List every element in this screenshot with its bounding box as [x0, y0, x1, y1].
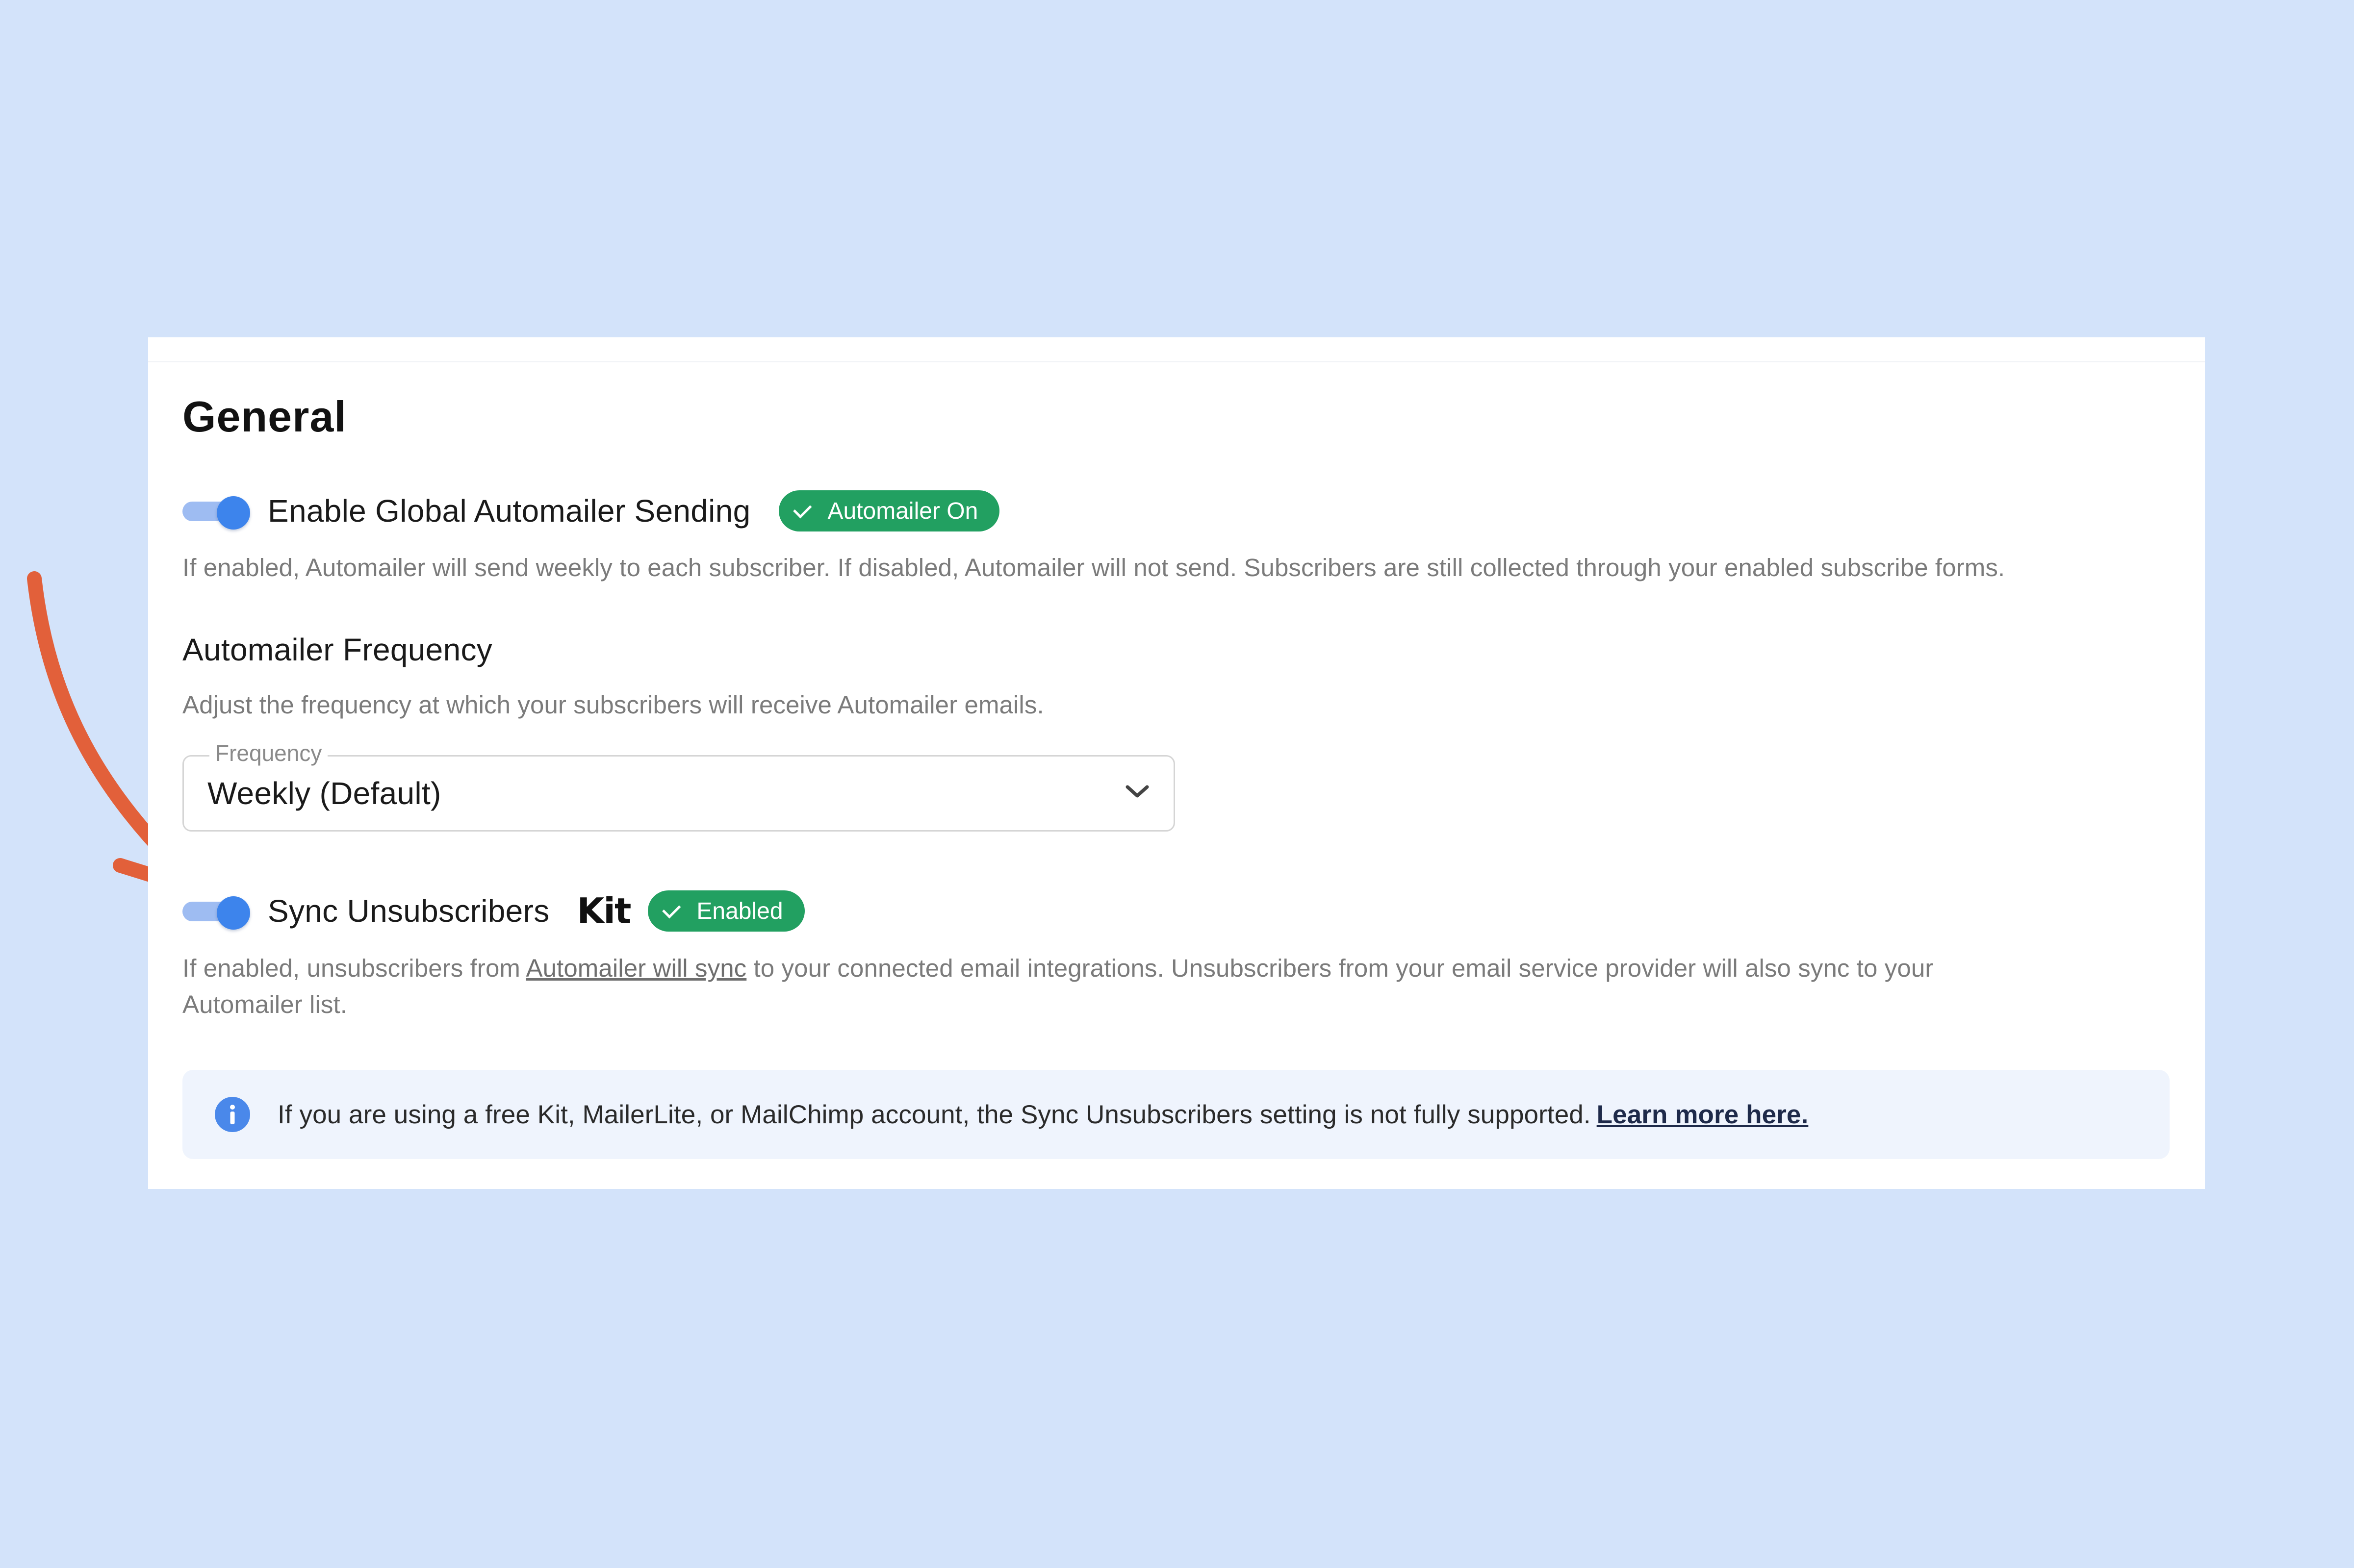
global-sending-row: Enable Global Automailer Sending Automai…	[182, 486, 1000, 535]
learn-more-link[interactable]: Learn more here.	[1597, 1100, 1809, 1129]
card-divider	[148, 361, 2205, 362]
info-text: If you are using a free Kit, MailerLite,…	[278, 1100, 1808, 1130]
sync-description-text: If enabled, unsubscribers from	[182, 954, 526, 982]
automailer-on-badge: Automailer On	[779, 490, 1000, 531]
sync-description-text-cont: to your connected email integrations. Un…	[746, 954, 1934, 982]
frequency-description: Adjust the frequency at which your subsc…	[182, 691, 1044, 719]
enabled-badge: Enabled	[648, 890, 805, 932]
enabled-badge-label: Enabled	[696, 898, 783, 924]
kit-logo: Kit	[577, 890, 632, 932]
global-sending-description: If enabled, Automailer will send weekly …	[182, 554, 2005, 582]
check-icon	[662, 899, 681, 918]
sync-unsubscribers-row: Sync Unsubscribers Kit Enabled	[182, 886, 805, 936]
sync-unsubscribers-toggle[interactable]	[182, 896, 250, 930]
section-title: General	[182, 392, 347, 441]
general-settings-card: General Enable Global Automailer Sending…	[148, 337, 2205, 1189]
frequency-heading: Automailer Frequency	[182, 632, 493, 667]
info-icon	[215, 1097, 250, 1132]
sync-unsubscribers-label: Sync Unsubscribers	[268, 893, 550, 929]
frequency-selected-value: Weekly (Default)	[207, 776, 441, 811]
frequency-field-label: Frequency	[209, 742, 328, 764]
info-message: If you are using a free Kit, MailerLite,…	[278, 1100, 1591, 1129]
toggle-knob	[217, 496, 250, 530]
global-sending-label: Enable Global Automailer Sending	[268, 493, 751, 529]
automailer-sync-link[interactable]: Automailer will sync	[526, 954, 746, 982]
sync-unsubscribers-description-line2: Automailer list.	[182, 990, 348, 1018]
global-sending-toggle[interactable]	[182, 496, 250, 530]
check-icon	[793, 499, 812, 518]
frequency-select[interactable]: Frequency Weekly (Default)	[182, 742, 1175, 832]
sync-unsubscribers-description: If enabled, unsubscribers from Automaile…	[182, 950, 1933, 986]
chevron-down-icon	[1126, 785, 1149, 798]
info-callout: If you are using a free Kit, MailerLite,…	[182, 1070, 2170, 1159]
toggle-knob	[217, 896, 250, 930]
automailer-on-badge-label: Automailer On	[827, 498, 978, 524]
